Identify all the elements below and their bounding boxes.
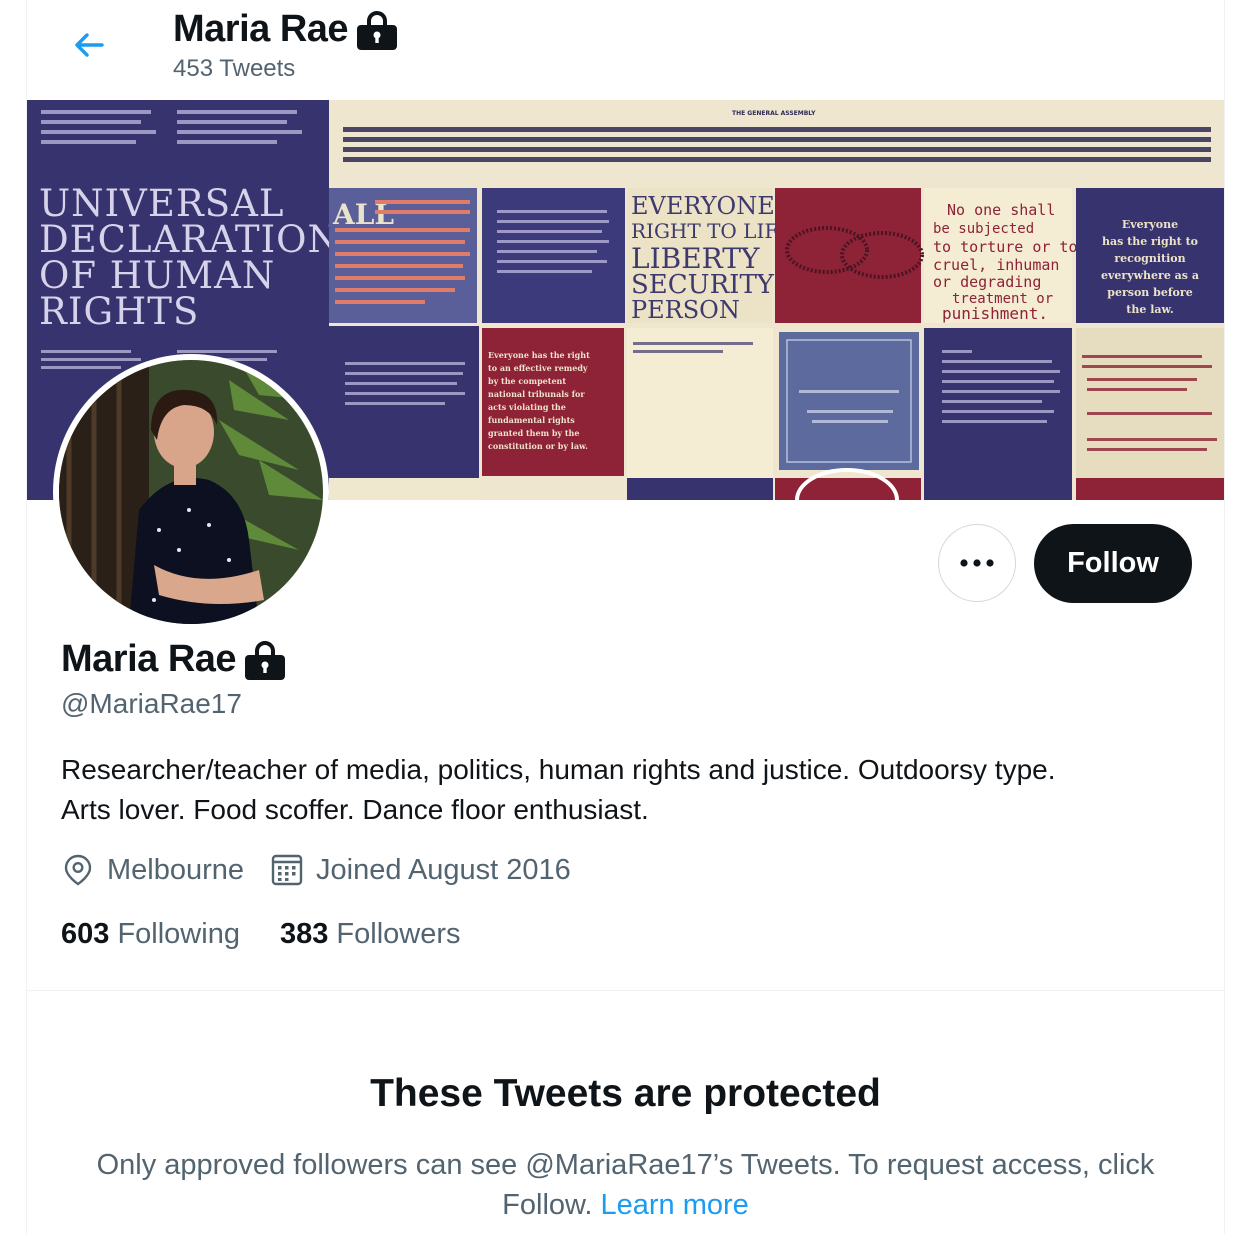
banner-tile-remedy-8: constitution or by law. [488,441,588,451]
banner-tile-torture-1: No one shall [947,201,1055,219]
learn-more-link[interactable]: Learn more [601,1189,749,1221]
back-button[interactable] [67,22,113,68]
header-title: Maria Rae [173,8,398,51]
banner-tile-torture-7: punishment. [942,304,1048,323]
banner-title-line-4: RIGHTS [39,290,199,333]
bio-line: Researcher/teacher of media, politics, h… [61,754,1056,785]
banner-heading: THE GENERAL ASSEMBLY [732,110,816,117]
banner-tile-torture-4: cruel, inhuman [933,256,1059,274]
following-count: 603 [61,918,110,950]
location-text: Melbourne [107,853,245,886]
calendar-icon [271,854,303,886]
profile-stats: 603 Following 383 Followers [61,918,501,951]
banner-tile-torture-3: to torture or to [933,238,1078,256]
followers-link[interactable]: 383 Followers [280,918,461,951]
divider [27,990,1224,991]
following-label: Following [117,918,240,950]
more-dots-icon [960,559,994,567]
profile-meta: Melbourne Joined August 2016 [61,853,597,887]
avatar[interactable] [53,354,329,630]
banner-tile-recognition-6: the law. [1126,303,1173,316]
location-pin-icon [64,854,92,886]
protected-message: Only approved followers can see @MariaRa… [57,1145,1194,1225]
lock-icon [244,639,286,681]
banner-tile-remedy-6: fundamental rights [488,415,575,425]
avatar-photo [59,360,323,624]
profile-column: Maria Rae 453 Tweets UNIVERSAL DECLARATI… [26,0,1225,1234]
banner-tile-remedy-7: granted them by the [488,428,579,438]
banner-tile-remedy-5: acts violating the [488,402,566,412]
banner-tile-recognition-4: everywhere as a [1101,269,1199,282]
followers-count: 383 [279,918,329,950]
lock-icon [356,9,398,51]
profile-name-row: Maria Rae [61,638,286,681]
banner-tile-remedy-1: Everyone has the right [488,350,590,360]
follow-button[interactable]: Follow [1034,524,1192,603]
banner-tile-recognition-1: Everyone [1122,218,1178,231]
banner-tile-everyone-1: EVERYONE [631,192,775,220]
joined-text: Joined August 2016 [316,853,571,886]
banner-tile-remedy-4: national tribunals for [488,389,585,399]
tweet-count: 453 Tweets [173,55,296,82]
header-name: Maria Rae [173,8,349,50]
arrow-left-icon [75,33,104,57]
join-date: Joined August 2016 [270,853,571,887]
banner-tile-torture-2: be subjected [933,221,1034,237]
followers-label: Followers [336,918,461,950]
following-link[interactable]: 603 Following [61,918,240,951]
banner-tile-everyone-5: PERSON [631,296,740,324]
more-options-button[interactable] [938,524,1016,602]
location: Melbourne [61,853,244,887]
profile-bio: Researcher/teacher of media, politics, h… [61,750,1191,830]
banner-tile-recognition-5: person before [1107,286,1192,299]
protected-title: These Tweets are protected [370,1072,881,1115]
banner-tile-everyone-2: RIGHT TO LIFE [631,219,793,243]
banner-tile-torture-5: or degrading [933,273,1041,291]
banner-tile-recognition-2: has the right to [1102,235,1198,248]
banner-tile-remedy-2: to an effective remedy [488,363,588,373]
profile-name: Maria Rae [61,638,237,680]
profile-handle: @MariaRae17 [61,688,242,719]
banner-tile-recognition-3: recognition [1114,252,1185,265]
banner-tile-remedy-3: by the competent [488,376,566,386]
bio-line: Arts lover. Food scoffer. Dance floor en… [61,794,649,825]
